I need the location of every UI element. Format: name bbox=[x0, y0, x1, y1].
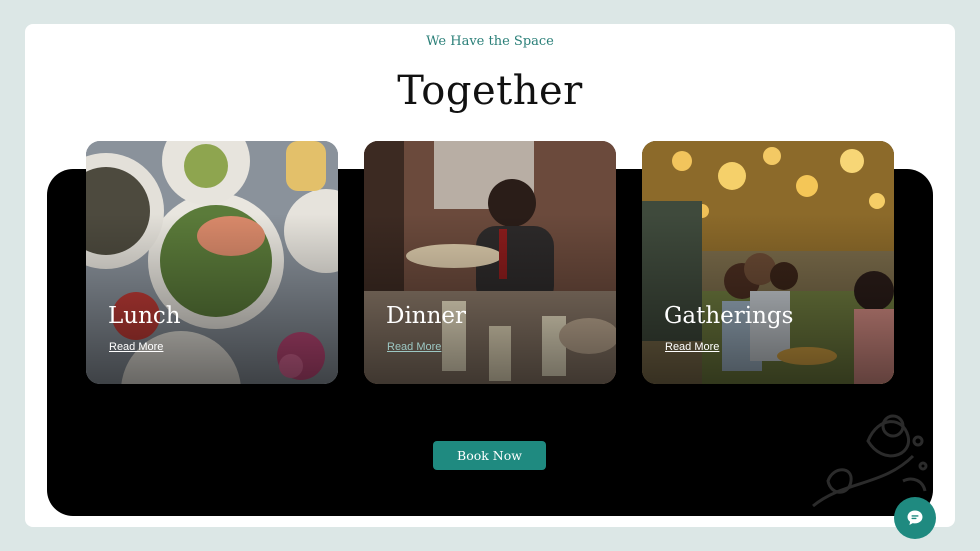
chat-bubble-icon bbox=[907, 510, 923, 525]
lunch-read-more-link[interactable]: Read More bbox=[109, 341, 163, 353]
floral-ornament-icon bbox=[812, 414, 928, 508]
dinner-card[interactable]: Dinner Read More bbox=[364, 141, 616, 384]
dinner-card-title: Dinner bbox=[386, 303, 467, 329]
gatherings-read-more-link[interactable]: Read More bbox=[665, 341, 719, 353]
content-frame: We Have the Space Together Book Now Lunc… bbox=[25, 24, 955, 527]
dinner-read-more-link[interactable]: Read More bbox=[387, 341, 441, 353]
section-eyebrow: We Have the Space bbox=[426, 34, 554, 49]
lunch-card[interactable]: Lunch Read More bbox=[86, 141, 338, 384]
chat-button[interactable] bbox=[894, 497, 936, 539]
gatherings-card-title: Gatherings bbox=[664, 303, 794, 329]
section-title: Together bbox=[397, 68, 583, 114]
book-now-button[interactable]: Book Now bbox=[433, 441, 546, 470]
lunch-card-title: Lunch bbox=[108, 303, 181, 329]
gatherings-card[interactable]: Gatherings Read More bbox=[642, 141, 894, 384]
